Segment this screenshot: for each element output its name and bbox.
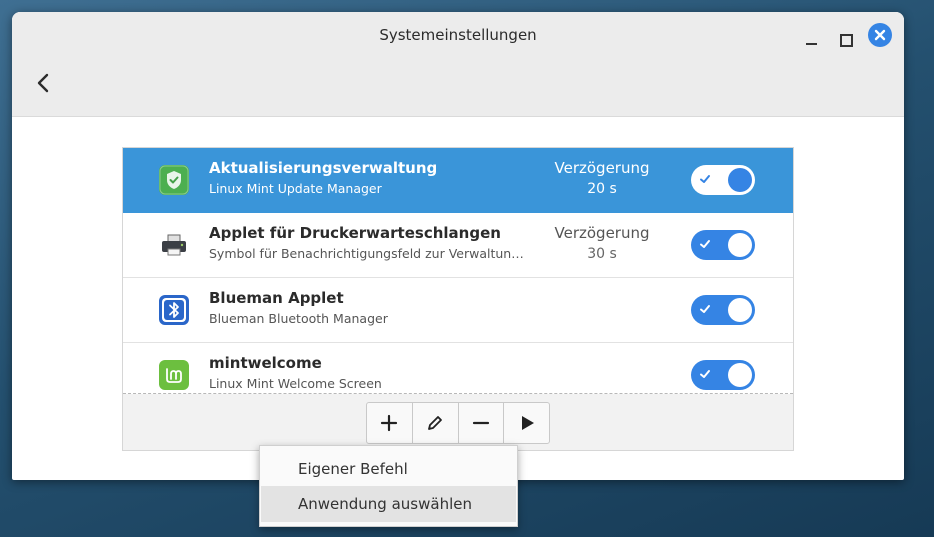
pencil-icon — [428, 416, 443, 430]
list-item[interactable]: Applet für Druckerwarteschlangen Symbol … — [123, 213, 793, 278]
window-title: Systemeinstellungen — [379, 26, 537, 44]
delay-info: Verzögerung 20 s — [528, 158, 676, 200]
list-item[interactable]: Blueman Applet Blueman Bluetooth Manager — [123, 278, 793, 343]
enable-toggle[interactable] — [691, 165, 755, 195]
list-toolbar — [366, 402, 550, 444]
toggle-knob — [728, 298, 752, 322]
add-menu-popup: Eigener Befehl Anwendung auswählen — [259, 445, 518, 527]
item-description: Blueman Bluetooth Manager — [209, 311, 388, 326]
minimize-button[interactable] — [799, 28, 823, 52]
delay-value: 30 s — [587, 246, 617, 262]
menu-item-choose-application[interactable]: Anwendung auswählen — [261, 486, 516, 522]
minimize-icon — [805, 43, 817, 45]
mint-logo-icon — [159, 360, 189, 390]
close-button[interactable] — [868, 23, 892, 47]
plus-icon — [381, 414, 398, 432]
enable-toggle[interactable] — [691, 295, 755, 325]
list-item[interactable]: mintwelcome Linux Mint Welcome Screen — [123, 343, 793, 394]
play-icon — [521, 416, 534, 430]
enable-toggle[interactable] — [691, 230, 755, 260]
printer-icon — [162, 234, 186, 256]
check-icon — [700, 240, 710, 248]
item-description: Linux Mint Update Manager — [209, 181, 382, 196]
item-description: Symbol für Benachrichtigungsfeld zur Ver… — [209, 246, 524, 261]
delay-info: Verzögerung 30 s — [528, 223, 676, 265]
check-icon — [700, 175, 710, 183]
startup-apps-list: Aktualisierungsverwaltung Linux Mint Upd… — [123, 148, 793, 394]
check-icon — [700, 305, 710, 313]
shield-icon — [159, 165, 189, 195]
enable-toggle[interactable] — [691, 360, 755, 390]
bluetooth-icon — [159, 295, 189, 325]
delay-label: Verzögerung — [554, 224, 650, 242]
item-name: Applet für Druckerwarteschlangen — [209, 224, 501, 242]
list-item[interactable]: Aktualisierungsverwaltung Linux Mint Upd… — [123, 148, 793, 213]
maximize-icon — [839, 33, 853, 47]
run-button[interactable] — [504, 403, 549, 443]
toggle-knob — [728, 168, 752, 192]
add-button[interactable] — [367, 403, 413, 443]
close-icon — [874, 29, 886, 41]
back-button[interactable] — [30, 70, 56, 96]
toggle-knob — [728, 363, 752, 387]
item-name: mintwelcome — [209, 354, 322, 372]
chevron-left-icon — [37, 73, 49, 93]
list-divider — [123, 393, 793, 394]
edit-button[interactable] — [413, 403, 459, 443]
item-name: Blueman Applet — [209, 289, 344, 307]
maximize-button[interactable] — [834, 28, 858, 52]
titlebar: Systemeinstellungen — [12, 12, 904, 117]
startup-apps-panel: Aktualisierungsverwaltung Linux Mint Upd… — [122, 147, 794, 451]
settings-window: Systemeinstellungen Aktualisierungsverwa… — [12, 12, 904, 480]
minus-icon — [472, 421, 489, 425]
check-icon — [700, 370, 710, 378]
toggle-knob — [728, 233, 752, 257]
delay-label: Verzögerung — [554, 159, 650, 177]
menu-item-custom-command[interactable]: Eigener Befehl — [261, 451, 516, 487]
item-name: Aktualisierungsverwaltung — [209, 159, 438, 177]
item-description: Linux Mint Welcome Screen — [209, 376, 382, 391]
remove-button[interactable] — [459, 403, 505, 443]
delay-value: 20 s — [587, 181, 617, 197]
